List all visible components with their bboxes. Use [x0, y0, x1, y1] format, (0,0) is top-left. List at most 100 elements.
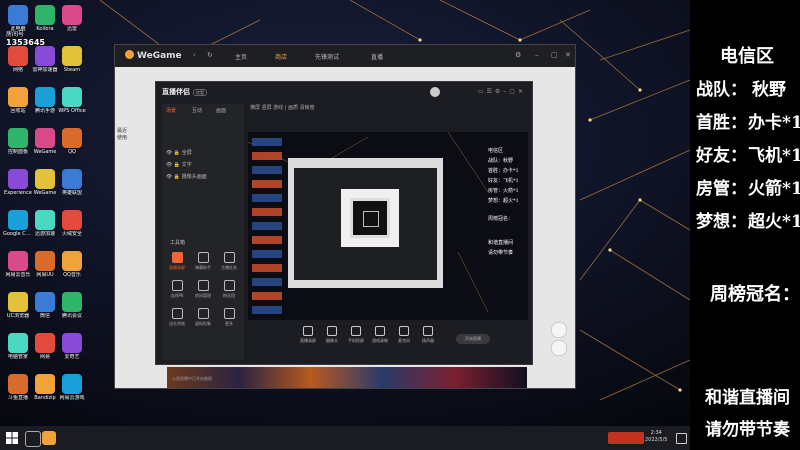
desktop-icon[interactable]: 网易云游戏 — [57, 374, 87, 401]
layer-item[interactable]: 👁 🔒 全屏 — [166, 149, 192, 156]
refresh-icon[interactable]: ↻ — [207, 51, 213, 59]
toolbox-item[interactable]: 直播录屏 — [166, 252, 188, 271]
bottom-tool-icon — [351, 326, 361, 336]
layer-item[interactable]: 👁 🔒 文字 — [166, 161, 192, 168]
toolbox-item-icon — [171, 308, 183, 319]
tab-canvas[interactable]: 画面 — [216, 107, 226, 114]
back-arrow-icon[interactable]: ‹ — [193, 51, 196, 59]
app-icon — [62, 169, 82, 189]
desktop-icon[interactable]: QQ — [57, 128, 87, 155]
bottom-tool-button[interactable]: 直播录屏 — [298, 326, 318, 344]
desktop-icon[interactable]: 迅游加速 — [30, 210, 60, 237]
desktop-icon[interactable]: Steam — [57, 46, 87, 73]
bottom-tool-button[interactable]: 麦克风 — [394, 326, 414, 344]
windows-start-icon[interactable] — [6, 432, 18, 444]
desktop-icon[interactable]: 微信 — [30, 292, 60, 319]
toolbox-item[interactable]: 更多 — [218, 308, 240, 327]
desktop-icon[interactable]: 火绒安全 — [57, 210, 87, 237]
desktop-icon[interactable]: 腾讯手游 — [30, 87, 60, 114]
preview-info-line: 好友：飞机*1 — [488, 178, 519, 184]
desktop-icon[interactable]: 网络 — [3, 46, 33, 73]
side-home-icon[interactable] — [551, 340, 567, 356]
bottom-tool-button[interactable]: 游戏录制 — [370, 326, 390, 344]
desktop-icon-label: 回收站 — [10, 108, 26, 114]
toolbox-item-label: 粉丝团 — [223, 293, 235, 298]
desktop-icon[interactable]: 控制面板 — [3, 128, 33, 155]
app-icon — [8, 333, 28, 353]
tab-scene[interactable]: 场景 — [166, 107, 176, 114]
desktop-icon[interactable]: 此电脑 — [3, 5, 33, 32]
desktop-icon[interactable]: 腾讯会议 — [57, 292, 87, 319]
toolbox-item[interactable]: 粉丝团 — [218, 280, 240, 299]
side-chat-icon[interactable] — [551, 322, 567, 338]
bottom-tool-button[interactable]: 扬声器 — [418, 326, 438, 344]
game-banner-strip[interactable] — [167, 367, 527, 388]
bottom-tool-button[interactable]: 手机投屏 — [346, 326, 366, 344]
settings-icon[interactable]: ⚙ — [515, 51, 521, 59]
go-live-button[interactable]: 开始直播 — [456, 334, 490, 344]
nav-store[interactable]: 商店 — [275, 52, 287, 61]
toolbox-item[interactable]: 房间管理 — [192, 280, 214, 299]
desktop-icon[interactable]: 迅雷 — [57, 5, 87, 32]
desktop-icon[interactable]: 网易云音乐 — [3, 251, 33, 278]
layer-item[interactable]: 👁 🔒 摄像头画面 — [166, 173, 207, 180]
desktop-icon[interactable]: 网易UU — [30, 251, 60, 278]
nav-live[interactable]: 直播 — [371, 52, 383, 61]
panel-row-label: 梦想： — [696, 212, 747, 232]
desktop-icon[interactable]: WeGame — [30, 169, 60, 196]
toolbox-item[interactable]: 连线PK — [166, 280, 188, 299]
desktop-icon[interactable]: 雷神加速器 — [30, 46, 60, 73]
app-icon — [35, 374, 55, 394]
desktop-icon[interactable]: WPS Office — [57, 87, 87, 114]
notification-icon[interactable] — [676, 433, 687, 444]
bottom-tool-button[interactable]: 摄像头 — [322, 326, 342, 344]
desktop-icon[interactable]: Bandizip — [30, 374, 60, 401]
desktop-icon[interactable]: 回收站 — [3, 87, 33, 114]
app-icon — [35, 333, 55, 353]
desktop-icon[interactable]: 网易 — [30, 333, 60, 360]
desktop-icon-label: 斗鱼直播 — [7, 395, 28, 401]
avatar[interactable] — [430, 87, 440, 97]
toolbox-item[interactable]: 弹幕助手 — [192, 252, 214, 271]
wegame-taskbar-icon[interactable] — [42, 431, 56, 445]
toolbox-item-icon — [223, 280, 235, 291]
panel-row-label: 战队： — [696, 80, 747, 100]
toolbox-item[interactable]: 送礼特效 — [166, 308, 188, 327]
desktop-icon[interactable]: 斗鱼直播 — [3, 374, 33, 401]
desktop-icon[interactable]: WeGame — [30, 128, 60, 155]
stream-info-panel: 电信区 战队： 秋野 首胜： 办卡*1 好友： 飞机*1 房管： 火箭*1 梦想： 超火*1 周榜… — [690, 0, 800, 450]
task-view-icon[interactable] — [25, 431, 41, 447]
companion-status-text: 斗鱼直播中已开启美颜 — [172, 376, 212, 381]
desktop-icon-label: QQ — [68, 149, 76, 155]
desktop-icon[interactable]: QQ音乐 — [57, 251, 87, 278]
toolbox-item-icon — [197, 252, 209, 263]
desktop-icon[interactable]: UC浏览器 — [3, 292, 33, 319]
companion-window-controls[interactable]: ▭☰⚙–▢✕ — [478, 88, 526, 95]
taskbar-clock[interactable]: 2:34 2022/5/5 — [645, 430, 667, 444]
live-companion-window[interactable]: 直播伴侣 房管 ▭☰⚙–▢✕ 场景 互动 画面 👁 🔒 全屏 👁 🔒 文字 👁 🔒… — [155, 81, 533, 381]
app-icon — [35, 292, 55, 312]
desktop-icon[interactable]: Kolibra — [30, 5, 60, 32]
toolbox-item[interactable]: 虚拟形象 — [192, 308, 214, 327]
maximize-icon[interactable]: ▢ — [551, 51, 558, 59]
desktop-icon[interactable]: Experience — [3, 169, 33, 196]
wegame-titlebar[interactable]: WeGame ‹ ↻ 主页 商店 先锋测试 直播 ⚙ – ▢ ✕ — [115, 45, 575, 67]
toolbox-item[interactable]: 主播任务 — [218, 252, 240, 271]
toolbox-item-label: 弹幕助手 — [195, 265, 211, 270]
nav-test[interactable]: 先锋测试 — [315, 52, 339, 61]
minimize-icon[interactable]: – — [535, 51, 539, 59]
nav-home[interactable]: 主页 — [235, 52, 247, 61]
close-icon[interactable]: ✕ — [565, 51, 571, 59]
desktop-icon[interactable]: 英雄联盟 — [57, 169, 87, 196]
desktop-icon-label: QQ音乐 — [63, 272, 81, 278]
preview-info-line: 电信区 — [488, 148, 504, 154]
desktop-icon[interactable]: 爱奇艺 — [57, 333, 87, 360]
tab-interact[interactable]: 互动 — [192, 107, 202, 114]
desktop-icon[interactable]: Google Chrome — [3, 210, 33, 237]
tray-icons[interactable] — [608, 432, 644, 444]
app-icon — [8, 169, 28, 189]
toolbox-item-icon — [223, 308, 235, 319]
bottom-tool-label: 麦克风 — [398, 338, 410, 343]
canvas-toolbar[interactable]: 横屏 竖屏 游戏 | 画质 清晰度 — [250, 104, 315, 111]
desktop-icon[interactable]: 电脑管家 — [3, 333, 33, 360]
